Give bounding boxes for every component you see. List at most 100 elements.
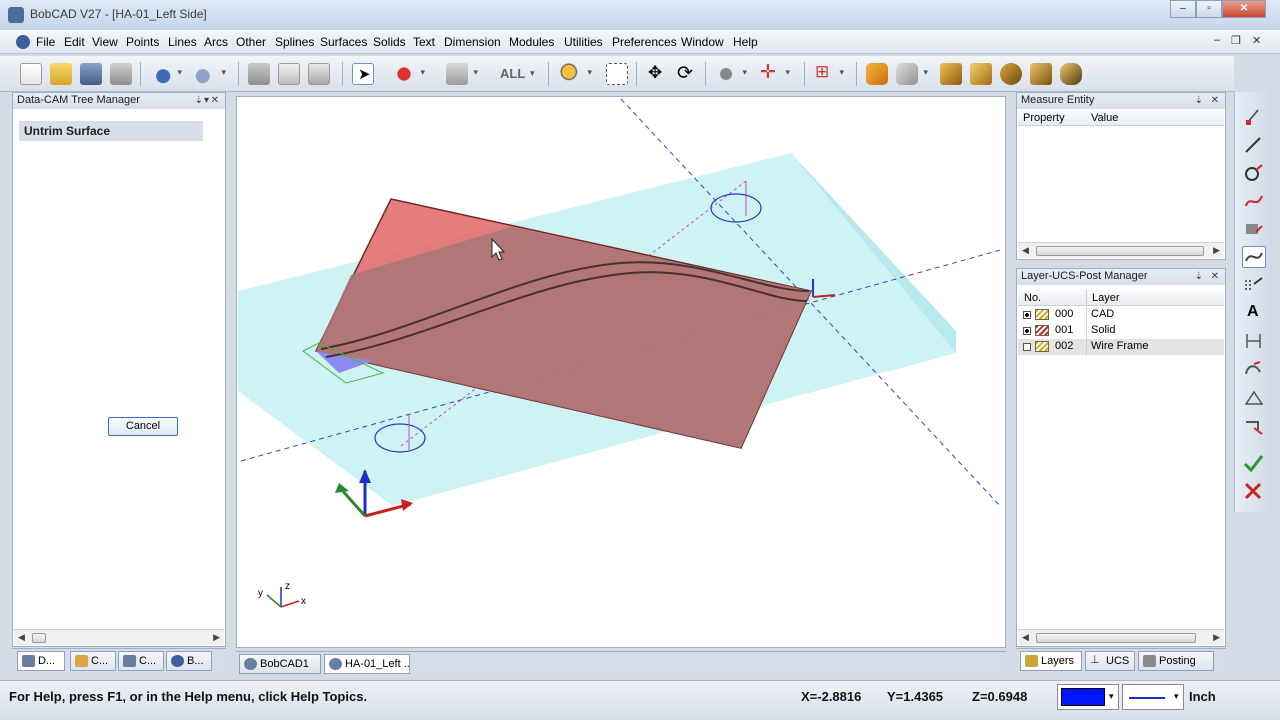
zoom-icon[interactable] <box>560 63 592 85</box>
layer-hscrollbar[interactable]: ◀ ▶ <box>1018 629 1224 645</box>
redo-icon[interactable] <box>194 63 226 85</box>
print-icon[interactable] <box>110 63 132 85</box>
menu-help[interactable]: Help <box>733 35 758 49</box>
view-right-icon[interactable] <box>1030 63 1052 85</box>
layer-row[interactable]: 000 CAD <box>1018 307 1224 323</box>
view-multi-icon[interactable] <box>1060 63 1082 85</box>
point-tool-icon[interactable] <box>1242 106 1266 128</box>
graphics-viewport[interactable]: z x y <box>236 96 1006 648</box>
menu-splines[interactable]: Splines <box>275 35 314 49</box>
transform-tool-icon[interactable] <box>1242 414 1266 436</box>
view-top-icon[interactable] <box>970 63 992 85</box>
tab-data[interactable]: D... <box>17 651 65 671</box>
scroll-thumb[interactable] <box>1036 633 1196 643</box>
close-icon[interactable]: ✕ <box>1211 269 1219 284</box>
minimize-button[interactable]: – <box>1170 0 1196 18</box>
rotate-icon[interactable]: ⟳ <box>675 63 697 85</box>
open-folder-icon[interactable] <box>50 63 72 85</box>
zoom-window-icon[interactable] <box>606 63 628 85</box>
menu-lines[interactable]: Lines <box>168 35 197 49</box>
color-picker[interactable]: ▾ <box>1057 684 1119 710</box>
tab-bobcad1[interactable]: BobCAD1 <box>239 654 321 674</box>
menu-window[interactable]: Window <box>681 35 724 49</box>
menu-arcs[interactable]: Arcs <box>204 35 228 49</box>
snap-icon[interactable]: ⊞ <box>812 62 844 85</box>
measure-hscrollbar[interactable]: ◀ ▶ <box>1018 242 1224 258</box>
copy-icon[interactable] <box>278 63 300 85</box>
filter-all-label[interactable]: ALL <box>500 66 525 81</box>
layer-visible-checkbox[interactable] <box>1023 311 1031 319</box>
line-tool-icon[interactable] <box>1242 134 1266 156</box>
view-front-icon[interactable] <box>1000 63 1022 85</box>
render-wire-icon[interactable] <box>896 63 928 85</box>
surface-tool-icon[interactable] <box>1242 218 1266 240</box>
pin-icon[interactable]: ⇣ <box>1195 269 1203 284</box>
measure-tool-icon[interactable] <box>1242 386 1266 408</box>
paste-icon[interactable] <box>308 63 330 85</box>
layer-visible-checkbox[interactable] <box>1023 327 1031 335</box>
scroll-left-icon[interactable]: ◀ <box>1022 245 1029 256</box>
view-orient-icon[interactable] <box>715 63 747 85</box>
layer-row[interactable]: 002 Wire Frame <box>1018 339 1224 355</box>
tab-cam[interactable]: C... <box>70 651 116 671</box>
layer-row[interactable]: 001 Solid <box>1018 323 1224 339</box>
line-style-picker[interactable]: ▾ <box>1122 684 1184 710</box>
menu-view[interactable]: View <box>92 35 118 49</box>
select-arrow-icon[interactable]: ➤ <box>352 63 374 85</box>
menu-file[interactable]: File <box>36 35 55 49</box>
menu-surfaces[interactable]: Surfaces <box>320 35 367 49</box>
pan-icon[interactable]: ✥ <box>645 63 667 85</box>
tree-hscrollbar[interactable]: ◀ ▶ <box>14 629 224 645</box>
mdi-close-icon[interactable]: ✕ <box>1252 34 1261 47</box>
mdi-restore-icon[interactable]: ❐ <box>1231 34 1241 47</box>
menu-utilities[interactable]: Utilities <box>564 35 603 49</box>
cancel-tool-icon[interactable] <box>1242 480 1266 502</box>
cancel-button[interactable]: Cancel <box>108 417 178 436</box>
circle-tool-icon[interactable] <box>1242 162 1266 184</box>
render-shaded-icon[interactable] <box>866 63 888 85</box>
close-icon[interactable]: ✕ <box>211 93 219 108</box>
tab-layers[interactable]: Layers <box>1020 651 1082 671</box>
new-file-icon[interactable] <box>20 63 42 85</box>
menu-modules[interactable]: Modules <box>509 35 554 49</box>
solid-tool-icon[interactable] <box>1242 358 1266 380</box>
menu-solids[interactable]: Solids <box>373 35 406 49</box>
close-icon[interactable]: ✕ <box>1211 93 1219 108</box>
close-button[interactable]: ✕ <box>1222 0 1266 18</box>
undo-icon[interactable] <box>150 63 182 85</box>
menu-text[interactable]: Text <box>413 35 435 49</box>
scroll-left-icon[interactable]: ◀ <box>1022 632 1029 643</box>
add-selection-icon[interactable] <box>393 63 425 85</box>
scroll-thumb[interactable] <box>1036 246 1204 256</box>
save-icon[interactable] <box>80 63 102 85</box>
scroll-left-icon[interactable]: ◀ <box>18 632 25 643</box>
scroll-right-icon[interactable]: ▶ <box>1213 632 1220 643</box>
view-iso-icon[interactable] <box>940 63 962 85</box>
delete-icon[interactable] <box>248 63 270 85</box>
chevron-down-icon[interactable]: ▾ <box>530 68 535 79</box>
dimension-tool-icon[interactable] <box>1242 330 1266 352</box>
tab-cad[interactable]: C... <box>118 651 164 671</box>
mdi-minimize-icon[interactable]: – <box>1214 34 1220 46</box>
menu-other[interactable]: Other <box>236 35 266 49</box>
tab-bob[interactable]: B... <box>166 651 212 671</box>
menu-points[interactable]: Points <box>126 35 159 49</box>
app-menu-icon[interactable] <box>16 35 30 49</box>
pin-icon[interactable]: ⇣ <box>1195 93 1203 108</box>
scroll-thumb[interactable] <box>32 633 46 643</box>
check-tool-icon[interactable] <box>1242 452 1266 474</box>
layer-visible-checkbox[interactable] <box>1023 343 1031 351</box>
offset-tool-icon[interactable] <box>1242 274 1266 296</box>
tab-posting[interactable]: Posting <box>1138 651 1214 671</box>
menu-preferences[interactable]: Preferences <box>612 35 677 49</box>
scroll-right-icon[interactable]: ▶ <box>1213 245 1220 256</box>
tab-ucs[interactable]: ⊥ UCS <box>1085 651 1135 671</box>
ucs-axis-icon[interactable]: ✛ <box>758 62 790 85</box>
menu-dimension[interactable]: Dimension <box>444 35 501 49</box>
menu-edit[interactable]: Edit <box>64 35 85 49</box>
pin-icon[interactable]: ⇣ <box>195 93 203 108</box>
untrim-surface-icon[interactable] <box>1242 246 1266 268</box>
tab-ha01-left-side[interactable]: HA-01_Left ... <box>324 654 410 674</box>
selection-filter-icon[interactable] <box>446 63 478 85</box>
chevron-down-icon[interactable]: ▾ <box>204 93 209 108</box>
